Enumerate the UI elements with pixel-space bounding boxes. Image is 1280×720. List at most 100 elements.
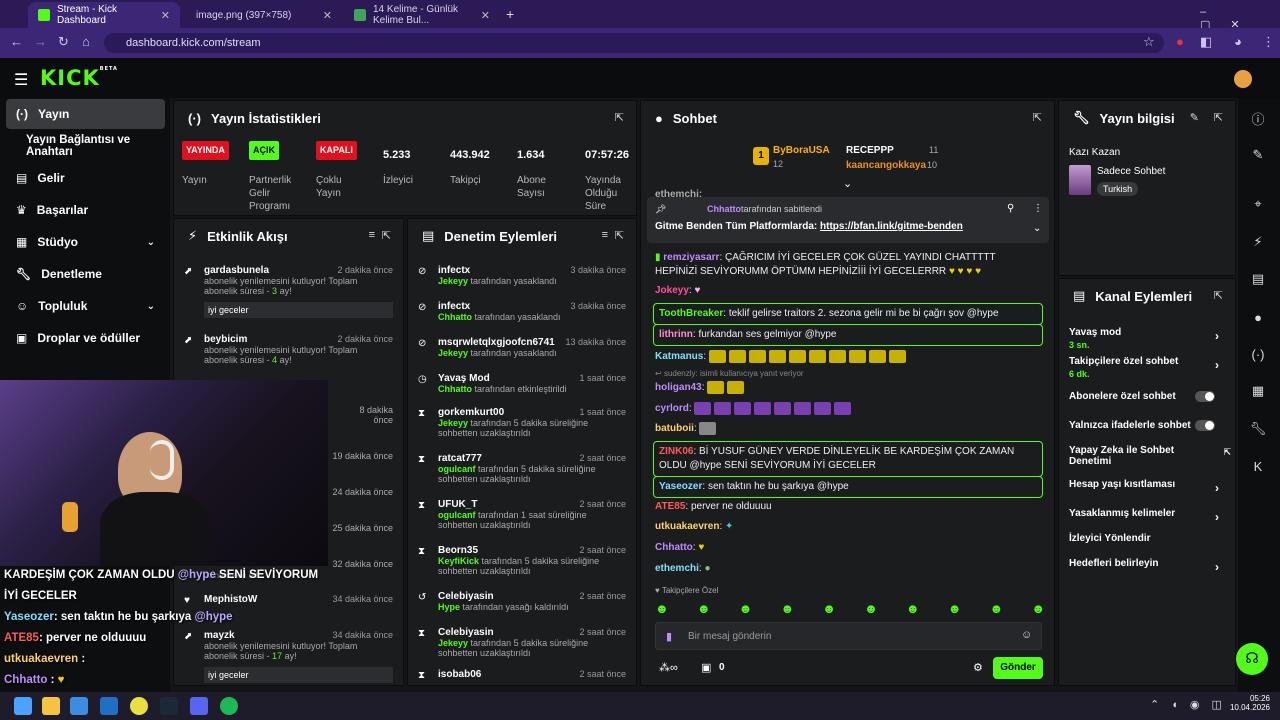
more-icon[interactable]: ⋮: [1033, 203, 1043, 214]
chat-username[interactable]: ZINK06: [659, 446, 693, 457]
popout-icon[interactable]: ⇱: [1214, 289, 1223, 302]
extension-icon[interactable]: ●: [1176, 34, 1184, 49]
outlook-icon[interactable]: [100, 697, 118, 715]
emote-bar[interactable]: ☻ ☻ ☻ ☻ ☻ ☻ ☻ ☻ ☻ ☻: [655, 601, 1045, 617]
chat-username[interactable]: cyrlord: [655, 403, 689, 414]
close-tab-icon[interactable]: ✕: [323, 9, 332, 22]
hamburger-menu-icon[interactable]: ☰: [14, 70, 28, 90]
sidebar-item-yayin[interactable]: (·) Yayın: [6, 99, 165, 129]
setting-label: Abonelere özel sohbet: [1069, 391, 1176, 402]
chevron-down-icon[interactable]: ⌄: [1033, 223, 1041, 234]
sidebar-item-stream-key[interactable]: Yayın Bağlantısı ve Anahtarı: [16, 131, 175, 161]
goals-item[interactable]: Hedefleri belirleyin ›: [1069, 558, 1225, 574]
emotes-only-toggle[interactable]: [1195, 420, 1215, 431]
channel-points-icon[interactable]: ⁂∞: [659, 661, 678, 674]
settings-gear-icon[interactable]: ⚙: [973, 661, 983, 674]
chat-username[interactable]: Katmanus: [655, 351, 703, 362]
popout-icon[interactable]: ⇱: [615, 229, 624, 242]
chat-username[interactable]: holigan43: [655, 382, 702, 393]
chat-bubble-icon[interactable]: ●: [1240, 302, 1276, 332]
edit-pencil-icon[interactable]: ✎: [1190, 111, 1199, 124]
mic-icon[interactable]: ▮: [666, 630, 672, 643]
kick-logo[interactable]: KICKBETA: [40, 66, 118, 90]
chat-username[interactable]: batuboii: [655, 423, 694, 434]
raid-item[interactable]: İzleyici Yönlendir: [1069, 533, 1225, 544]
emotes-only-item[interactable]: Yalnızca ifadelerle sohbet: [1069, 420, 1225, 431]
popout-icon[interactable]: ⇱: [615, 111, 624, 124]
sidebar-item-basarilar[interactable]: ♛ Başarılar: [6, 195, 165, 225]
profile-avatar[interactable]: ◕: [1234, 34, 1242, 49]
reload-icon[interactable]: ↻: [58, 34, 69, 50]
document-icon[interactable]: ▤: [1240, 264, 1276, 294]
close-tab-icon[interactable]: ✕: [161, 9, 170, 22]
chat-username[interactable]: Yaseozer: [659, 481, 702, 492]
system-tray-icons[interactable]: ⌃◖◉◫: [1150, 698, 1234, 711]
stream-tag[interactable]: Turkish: [1097, 182, 1139, 196]
filter-icon[interactable]: ≡: [369, 229, 375, 241]
chrome-icon[interactable]: [130, 697, 148, 715]
slow-mode-item[interactable]: Yavaş mod 3 sn. ›: [1069, 327, 1225, 350]
unpin-icon[interactable]: ⚲: [1007, 203, 1014, 214]
url-input[interactable]: dashboard.kick.com/stream: [104, 33, 1164, 53]
info-icon[interactable]: ⓘ: [1240, 103, 1276, 133]
account-age-item[interactable]: Hesap yaşı kısıtlaması ›: [1069, 479, 1225, 495]
ai-moderation-item[interactable]: Yapay Zeka ile Sohbet Denetimi ⇱: [1069, 445, 1231, 467]
chat-username[interactable]: remziyasarr: [663, 252, 719, 263]
wrench-icon[interactable]: 🔧︎: [1240, 414, 1276, 444]
filter-icon[interactable]: ≡: [602, 229, 608, 241]
bookmark-star-icon[interactable]: ☆: [1143, 34, 1155, 50]
chat-username[interactable]: lithrinn: [659, 329, 693, 340]
settings-icon[interactable]: ▦: [1240, 376, 1276, 406]
gift-icon[interactable]: ▣: [701, 661, 711, 674]
popout-icon[interactable]: ⇱: [1033, 111, 1042, 124]
focus-icon[interactable]: ⌖: [1240, 189, 1276, 219]
panel-title: Denetim Eylemleri: [444, 228, 558, 244]
broadcast-icon[interactable]: (·): [1240, 339, 1276, 369]
sidebar-item-studyo[interactable]: ▦ Stüdyo ⌄: [6, 227, 165, 257]
sidebar-item-gelir[interactable]: ▤ Gelir: [6, 163, 165, 193]
discord-icon[interactable]: [190, 697, 208, 715]
steam-icon[interactable]: [160, 697, 178, 715]
tab-14-kelime[interactable]: 14 Kelime - Günlük Kelime Bul... ✕: [344, 2, 500, 28]
popout-icon[interactable]: ⇱: [382, 229, 391, 242]
kick-mini-logo-icon[interactable]: K: [1240, 451, 1276, 481]
lightning-icon[interactable]: ⚡︎: [1240, 227, 1276, 257]
banned-words-item[interactable]: Yasaklanmış kelimeler ›: [1069, 508, 1225, 524]
support-headset-icon[interactable]: ☊: [1236, 643, 1268, 675]
store-icon[interactable]: [70, 697, 88, 715]
chat-username[interactable]: ATE85: [655, 501, 685, 512]
edit-pencil-icon[interactable]: ✎: [1240, 140, 1276, 170]
pinned-link[interactable]: https://bfan.link/gitme-benden: [820, 221, 963, 232]
popout-icon[interactable]: ⇱: [1214, 111, 1223, 124]
chat-username[interactable]: Jokeyy: [655, 285, 689, 296]
chat-input[interactable]: ▮ Bir mesaj gönderin ☺: [655, 622, 1042, 650]
expand-chevron-icon[interactable]: ⌄: [843, 177, 852, 190]
chat-username[interactable]: utkuakaevren: [655, 521, 719, 532]
extensions-puzzle-icon[interactable]: ◧: [1200, 34, 1212, 50]
sidebar-item-droplar[interactable]: ▣ Droplar ve ödüller: [6, 323, 165, 353]
tab-image[interactable]: image.png (397×758) ✕: [186, 2, 342, 28]
clock[interactable]: 05:26 10.04.2026: [1228, 694, 1270, 712]
menu-dots-icon[interactable]: ⋮: [1262, 34, 1275, 50]
sidebar-item-topluluk[interactable]: ☺ Topluluk ⌄: [6, 291, 165, 321]
back-icon[interactable]: ←: [10, 34, 23, 49]
windows-start-icon[interactable]: [14, 697, 32, 715]
send-button[interactable]: Gönder: [993, 657, 1043, 679]
spotify-icon[interactable]: [220, 697, 238, 715]
chat-username[interactable]: ToothBreaker: [659, 308, 723, 319]
chat-username[interactable]: Chhatto: [655, 542, 693, 553]
subscribers-only-toggle[interactable]: [1195, 391, 1215, 402]
emoji-icon[interactable]: ☺: [1021, 629, 1032, 641]
close-tab-icon[interactable]: ✕: [481, 9, 490, 22]
sidebar-item-denetleme[interactable]: 🔧︎ Denetleme: [6, 259, 165, 289]
tab-kick-dashboard[interactable]: Stream - Kick Dashboard ✕: [28, 2, 180, 28]
wrench-icon: 🔧︎: [1073, 110, 1090, 125]
forward-icon[interactable]: →: [34, 34, 47, 49]
new-tab-icon[interactable]: +: [506, 6, 514, 22]
user-avatar[interactable]: [1234, 70, 1252, 88]
chat-username[interactable]: ethemchi: [655, 563, 699, 574]
file-explorer-icon[interactable]: [42, 697, 60, 715]
followers-only-item[interactable]: Takipçilere özel sohbet 6 dk. ›: [1069, 356, 1225, 379]
home-icon[interactable]: ⌂: [82, 34, 90, 49]
subscribers-only-item[interactable]: Abonelere özel sohbet: [1069, 391, 1225, 402]
